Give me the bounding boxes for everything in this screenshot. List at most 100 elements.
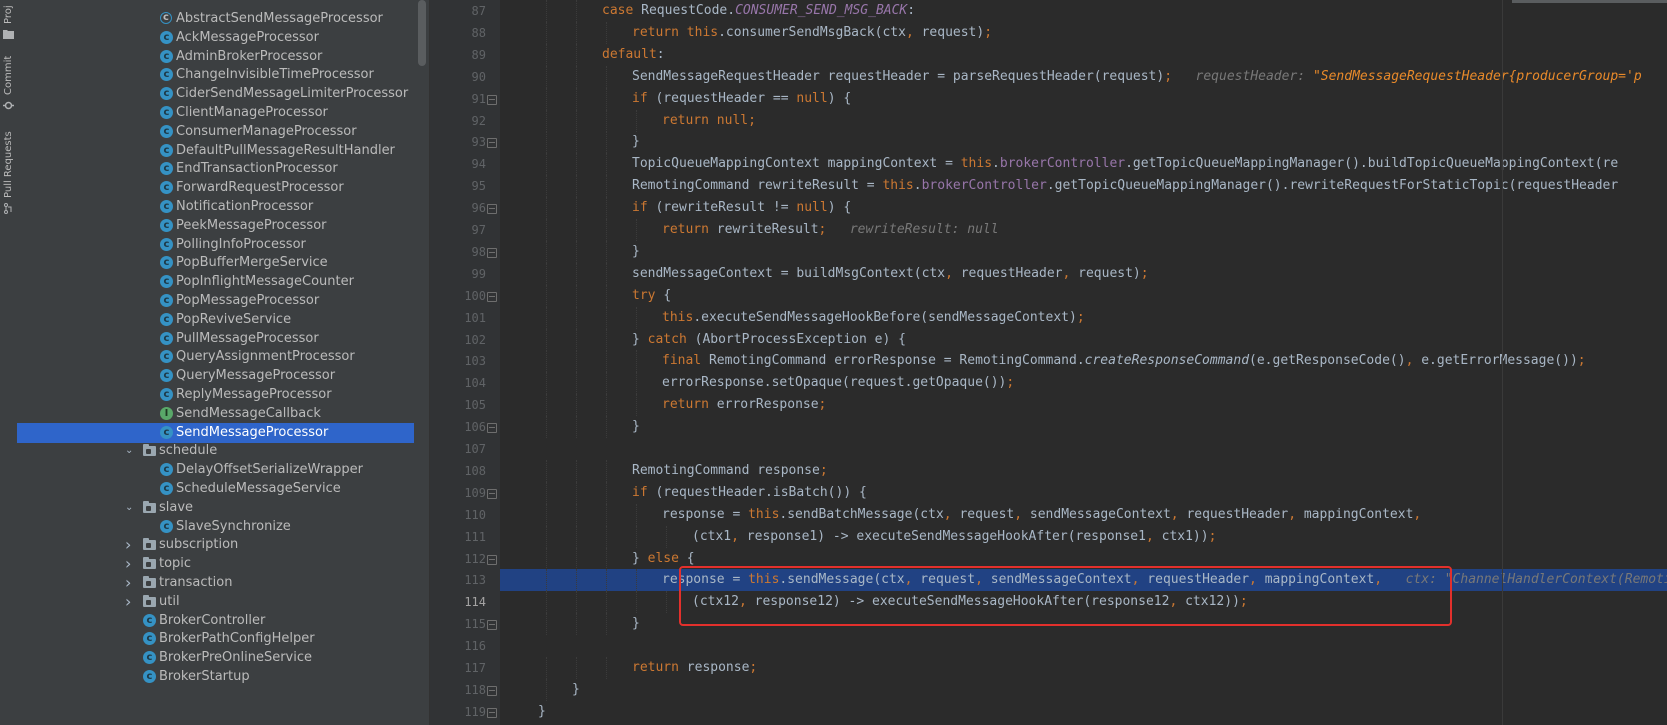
tree-item[interactable]: c EndTransactionProcessor bbox=[17, 159, 414, 179]
pull-requests-tab[interactable]: Pull Requests bbox=[0, 130, 17, 230]
code-line[interactable]: } bbox=[500, 131, 1667, 154]
tree-item[interactable]: c PopMessageProcessor bbox=[17, 291, 414, 311]
tree-item[interactable]: c ForwardRequestProcessor bbox=[17, 178, 414, 198]
code-line[interactable]: (ctx1, response1) -> executeSendMessageH… bbox=[500, 525, 1667, 548]
code-line[interactable]: if (requestHeader.isBatch()) { bbox=[500, 481, 1667, 504]
commit-tab[interactable]: Commit bbox=[0, 50, 17, 120]
fold-toggle-icon[interactable] bbox=[487, 204, 497, 215]
fold-toggle-icon[interactable] bbox=[487, 247, 497, 258]
tree-item[interactable]: c ChangeInvisibleTimeProcessor bbox=[17, 65, 414, 85]
code-line[interactable]: (ctx12, response12) -> executeSendMessag… bbox=[500, 591, 1667, 614]
fold-toggle-icon[interactable] bbox=[487, 707, 497, 718]
code-line[interactable]: if (requestHeader == null) { bbox=[500, 87, 1667, 110]
tree-item[interactable]: ⌄ schedule bbox=[17, 441, 414, 461]
code-line[interactable]: SendMessageRequestHeader requestHeader =… bbox=[500, 65, 1667, 88]
code-line[interactable]: TopicQueueMappingContext mappingContext … bbox=[500, 153, 1667, 176]
tree-item[interactable]: c ScheduleMessageService bbox=[17, 479, 414, 499]
tree-item-label: NotificationProcessor bbox=[176, 199, 314, 214]
code-line[interactable]: sendMessageContext = buildMsgContext(ctx… bbox=[500, 262, 1667, 285]
code-line[interactable]: } bbox=[500, 416, 1667, 439]
tree-item[interactable]: c SlaveSynchronize bbox=[17, 517, 414, 537]
tree-item[interactable]: c BrokerStartup bbox=[17, 667, 414, 687]
tree-item[interactable]: c PeekMessageProcessor bbox=[17, 216, 414, 236]
tree-item[interactable]: c ClientManageProcessor bbox=[17, 103, 414, 123]
code-line[interactable]: response = this.sendBatchMessage(ctx, re… bbox=[500, 503, 1667, 526]
tree-item[interactable]: c AdminBrokerProcessor bbox=[17, 47, 414, 67]
tree-item[interactable]: c QueryMessageProcessor bbox=[17, 366, 414, 386]
code-line[interactable]: } bbox=[500, 678, 1667, 701]
fold-toggle-icon[interactable] bbox=[487, 291, 497, 302]
code-line[interactable]: } bbox=[500, 701, 1667, 723]
tree-item[interactable]: I SendMessageCallback bbox=[17, 404, 414, 424]
code-token: .executeSendMessageHookBefore(sendMessag… bbox=[693, 309, 1077, 325]
tree-scrollbar[interactable] bbox=[418, 0, 426, 66]
code-line[interactable]: if (rewriteResult != null) { bbox=[500, 197, 1667, 220]
code-line[interactable]: return null; bbox=[500, 109, 1667, 132]
tree-item[interactable]: c AbstractSendMessageProcessor bbox=[17, 9, 414, 29]
code-line[interactable]: } else { bbox=[500, 547, 1667, 570]
code-line[interactable]: response = this.sendMessage(ctx, request… bbox=[500, 569, 1667, 592]
code-line[interactable]: } bbox=[500, 240, 1667, 263]
tree-item[interactable]: c PullMessageProcessor bbox=[17, 329, 414, 349]
code-token: else bbox=[647, 550, 687, 566]
chevron-down-icon[interactable]: ⌄ bbox=[125, 441, 135, 461]
fold-toggle-icon[interactable] bbox=[487, 554, 497, 565]
chevron-right-icon[interactable]: › bbox=[125, 573, 135, 593]
tree-item[interactable]: c BrokerController bbox=[17, 611, 414, 631]
tree-item[interactable]: c PopBufferMergeService bbox=[17, 253, 414, 273]
fold-toggle-icon[interactable] bbox=[487, 94, 497, 105]
indent-guide bbox=[606, 547, 607, 570]
tree-item[interactable]: c PopReviveService bbox=[17, 310, 414, 330]
code-line[interactable]: errorResponse.setOpaque(request.getOpaqu… bbox=[500, 372, 1667, 395]
tree-item[interactable]: c BrokerPathConfigHelper bbox=[17, 629, 414, 649]
tree-item[interactable]: › transaction bbox=[17, 573, 414, 593]
code-line[interactable]: return response; bbox=[500, 657, 1667, 679]
chevron-right-icon[interactable]: › bbox=[125, 554, 135, 574]
code-line[interactable]: } catch (AbortProcessException e) { bbox=[500, 328, 1667, 351]
code-editor[interactable]: case RequestCode.CONSUMER_SEND_MSG_BACK:… bbox=[500, 0, 1667, 725]
project-tab[interactable]: Proj bbox=[0, 0, 17, 42]
tree-item[interactable]: c ConsumerManageProcessor bbox=[17, 122, 414, 142]
tree-item[interactable]: c PollingInfoProcessor bbox=[17, 235, 414, 255]
code-line[interactable]: RemotingCommand response; bbox=[500, 459, 1667, 482]
code-line[interactable]: } bbox=[500, 613, 1667, 636]
tree-item[interactable]: › topic bbox=[17, 554, 414, 574]
chevron-right-icon[interactable]: › bbox=[125, 592, 135, 612]
code-line[interactable]: try { bbox=[500, 284, 1667, 307]
code-line[interactable]: return rewriteResult; rewriteResult: nul… bbox=[500, 219, 1667, 241]
tree-item[interactable]: c SendMessageProcessor bbox=[17, 422, 414, 443]
code-line[interactable]: final RemotingCommand errorResponse = Re… bbox=[500, 350, 1667, 373]
tree-item[interactable]: c CiderSendMessageLimiterProcessor bbox=[17, 84, 414, 104]
code-token: ; bbox=[1239, 594, 1248, 610]
indent-guide bbox=[606, 109, 607, 132]
fold-toggle-icon[interactable] bbox=[487, 685, 497, 696]
line-number: 94 bbox=[471, 157, 486, 172]
folder-icon bbox=[3, 30, 14, 39]
tree-item[interactable]: c QueryAssignmentProcessor bbox=[17, 347, 414, 367]
code-line[interactable]: RemotingCommand rewriteResult = this.bro… bbox=[500, 175, 1667, 198]
indent-guide bbox=[606, 328, 607, 351]
code-line[interactable]: default: bbox=[500, 43, 1667, 66]
tree-item[interactable]: › subscription bbox=[17, 535, 414, 555]
tree-item[interactable]: c ReplyMessageProcessor bbox=[17, 385, 414, 405]
fold-toggle-icon[interactable] bbox=[487, 620, 497, 631]
chevron-right-icon[interactable]: › bbox=[125, 535, 135, 555]
code-line[interactable]: return this.consumerSendMsgBack(ctx, req… bbox=[500, 21, 1667, 44]
tree-item[interactable]: c DelayOffsetSerializeWrapper bbox=[17, 460, 414, 480]
code-line[interactable]: return errorResponse; bbox=[500, 394, 1667, 417]
tree-item[interactable]: c AckMessageProcessor bbox=[17, 28, 414, 48]
chevron-down-icon[interactable]: ⌄ bbox=[125, 498, 135, 518]
code-line[interactable]: this.executeSendMessageHookBefore(sendMe… bbox=[500, 306, 1667, 329]
tree-item[interactable]: ⌄ slave bbox=[17, 498, 414, 518]
tree-item[interactable]: c PopInflightMessageCounter bbox=[17, 272, 414, 292]
fold-toggle-icon[interactable] bbox=[487, 423, 497, 434]
code-line[interactable] bbox=[500, 635, 1667, 657]
tree-item[interactable]: › util bbox=[17, 592, 414, 612]
tree-item[interactable]: c BrokerPreOnlineService bbox=[17, 648, 414, 668]
code-line[interactable] bbox=[500, 438, 1667, 460]
fold-toggle-icon[interactable] bbox=[487, 138, 497, 149]
fold-toggle-icon[interactable] bbox=[487, 488, 497, 499]
tree-item[interactable]: c NotificationProcessor bbox=[17, 197, 414, 217]
tree-item[interactable]: c DefaultPullMessageResultHandler bbox=[17, 141, 414, 161]
code-line[interactable]: case RequestCode.CONSUMER_SEND_MSG_BACK: bbox=[500, 0, 1667, 22]
